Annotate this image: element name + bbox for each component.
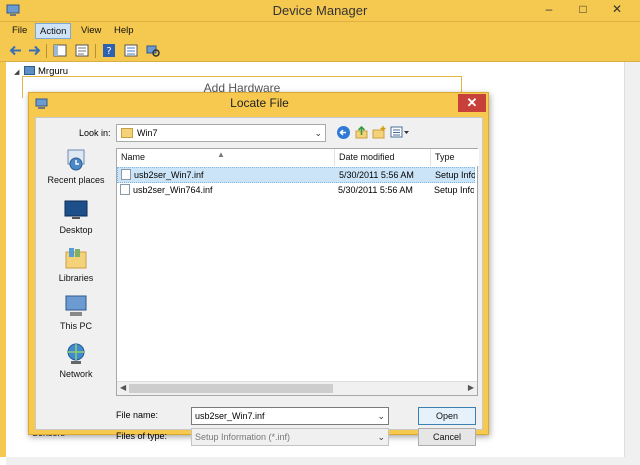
place-label: Network bbox=[59, 369, 93, 379]
menu-help[interactable]: Help bbox=[110, 23, 138, 39]
file-type-cell: Setup Info bbox=[434, 185, 474, 195]
look-in-label: Look in: bbox=[79, 128, 111, 138]
file-row[interactable]: usb2ser_Win7.inf 5/30/2011 5:56 AM Setup… bbox=[117, 167, 475, 183]
inf-file-icon bbox=[120, 184, 130, 195]
open-button[interactable]: Open bbox=[418, 407, 476, 425]
menu-bar: File Action View Help bbox=[0, 22, 640, 40]
file-name-label: File name: bbox=[116, 410, 159, 420]
file-name-input[interactable]: usb2ser_Win7.inf ⌄ bbox=[191, 407, 389, 425]
view-menu-icon[interactable] bbox=[390, 125, 410, 140]
dialog-body: Look in: Win7 ⌄ Recent places Desktop Li… bbox=[35, 117, 483, 446]
folder-icon bbox=[121, 128, 133, 138]
help-icon[interactable]: ? bbox=[101, 43, 117, 58]
place-this-pc[interactable]: This PC bbox=[40, 294, 112, 331]
files-of-type-select[interactable]: Setup Information (*.inf) ⌄ bbox=[191, 428, 389, 446]
scroll-right-arrow-icon[interactable]: ▶ bbox=[468, 383, 474, 392]
file-name-value: usb2ser_Win7.inf bbox=[195, 411, 265, 421]
svg-text:?: ? bbox=[106, 46, 111, 57]
menu-action[interactable]: Action bbox=[35, 23, 72, 39]
cancel-button[interactable]: Cancel bbox=[418, 428, 476, 446]
place-label: Recent places bbox=[47, 175, 105, 185]
file-date-cell: 5/30/2011 5:56 AM bbox=[339, 170, 414, 180]
file-list-horizontal-scrollbar[interactable]: ◀ ▶ bbox=[117, 381, 477, 395]
this-pc-icon bbox=[65, 295, 87, 316]
action-list-icon[interactable] bbox=[123, 43, 139, 58]
properties-icon[interactable] bbox=[74, 43, 90, 58]
chevron-down-icon[interactable]: ⌄ bbox=[377, 411, 385, 422]
scroll-left-arrow-icon[interactable]: ◀ bbox=[120, 383, 126, 392]
place-label: Desktop bbox=[59, 225, 93, 235]
collapse-arrow-icon[interactable]: ◢ bbox=[14, 68, 24, 76]
column-header-type[interactable]: Type bbox=[431, 149, 479, 166]
scrollbar-thumb[interactable] bbox=[129, 384, 333, 393]
file-list: Name ▲ Date modified Type usb2ser_Win7.i… bbox=[116, 148, 479, 396]
look-in-dropdown[interactable]: Win7 ⌄ bbox=[116, 124, 326, 142]
libraries-icon bbox=[65, 248, 87, 269]
file-name-cell: usb2ser_Win7.inf bbox=[121, 168, 204, 183]
column-header-name[interactable]: Name ▲ bbox=[117, 149, 335, 166]
computer-icon bbox=[24, 66, 35, 75]
column-header-label: Name bbox=[121, 152, 146, 162]
file-type-cell: Setup Info bbox=[435, 170, 475, 180]
back-arrow-icon[interactable] bbox=[8, 43, 24, 58]
toolbar-separator bbox=[46, 44, 47, 58]
network-globe-icon bbox=[67, 343, 85, 364]
show-hide-console-tree-icon[interactable] bbox=[52, 43, 68, 58]
device-tree-vertical-scrollbar[interactable] bbox=[624, 62, 640, 457]
place-libraries[interactable]: Libraries bbox=[40, 246, 112, 283]
inf-file-icon bbox=[121, 169, 131, 180]
files-of-type-label: Files of type: bbox=[116, 431, 168, 441]
dialog-title: Locate File bbox=[230, 96, 289, 110]
file-name-text: usb2ser_Win7.inf bbox=[134, 170, 204, 180]
chevron-down-icon[interactable]: ⌄ bbox=[377, 432, 385, 443]
dialog-close-button[interactable]: ✕ bbox=[458, 94, 486, 112]
maximize-button[interactable]: □ bbox=[570, 0, 596, 20]
recent-places-icon bbox=[67, 149, 85, 171]
place-desktop[interactable]: Desktop bbox=[40, 198, 112, 235]
minimize-button[interactable]: – bbox=[536, 0, 562, 20]
look-in-value: Win7 bbox=[137, 128, 158, 138]
file-row[interactable]: usb2ser_Win764.inf 5/30/2011 5:56 AM Set… bbox=[117, 183, 475, 199]
back-navigation-icon[interactable] bbox=[336, 125, 351, 140]
scan-hardware-changes-icon[interactable] bbox=[145, 43, 161, 58]
file-name-text: usb2ser_Win764.inf bbox=[133, 185, 213, 195]
chevron-down-icon: ⌄ bbox=[314, 128, 322, 138]
menu-file[interactable]: File bbox=[8, 23, 31, 39]
place-recent-places[interactable]: Recent places bbox=[40, 148, 112, 185]
device-manager-titlebar: Device Manager – □ ✕ bbox=[0, 0, 640, 22]
column-header-date-modified[interactable]: Date modified bbox=[335, 149, 431, 166]
place-label: Libraries bbox=[58, 273, 94, 283]
place-network[interactable]: Network bbox=[40, 342, 112, 379]
places-bar: Recent places Desktop Libraries This PC … bbox=[40, 148, 112, 379]
locate-file-dialog: Locate File ✕ Look in: Win7 ⌄ Recent pla… bbox=[28, 92, 489, 446]
files-of-type-value: Setup Information (*.inf) bbox=[195, 432, 291, 442]
desktop-icon bbox=[64, 200, 88, 219]
toolbar: ? bbox=[0, 40, 640, 62]
up-one-level-icon[interactable] bbox=[354, 125, 369, 140]
device-tree-horizontal-scrollbar[interactable] bbox=[6, 457, 640, 465]
close-window-button[interactable]: ✕ bbox=[604, 0, 630, 20]
toolbar-separator bbox=[95, 44, 96, 58]
new-folder-icon[interactable] bbox=[372, 125, 387, 140]
menu-view[interactable]: View bbox=[77, 23, 105, 39]
place-label: This PC bbox=[59, 321, 92, 331]
file-name-cell: usb2ser_Win764.inf bbox=[120, 183, 213, 198]
file-date-cell: 5/30/2011 5:56 AM bbox=[338, 185, 413, 195]
forward-arrow-icon[interactable] bbox=[26, 43, 42, 58]
sort-caret-icon: ▲ bbox=[217, 150, 225, 159]
